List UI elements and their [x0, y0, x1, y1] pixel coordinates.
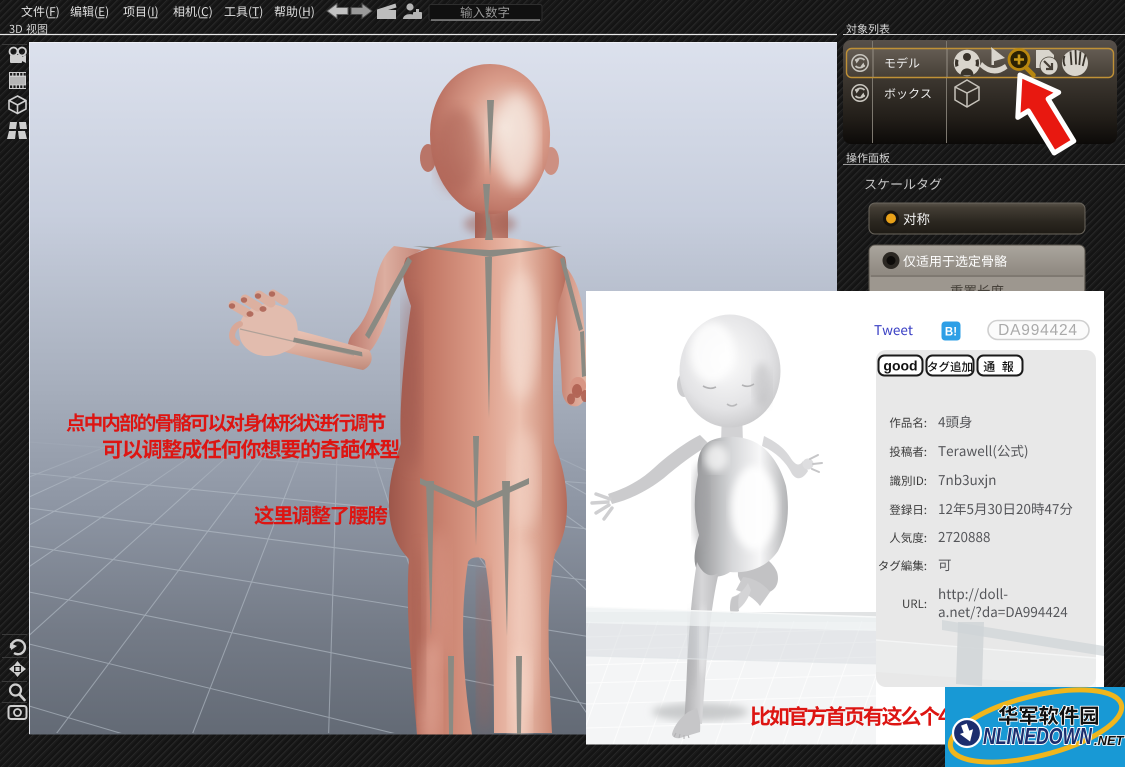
- svg-text:good: good: [883, 358, 917, 374]
- svg-text:.NET: .NET: [1094, 733, 1125, 748]
- svg-text:NLINEDOWN: NLINEDOWN: [983, 723, 1092, 749]
- svg-text:B!: B!: [945, 327, 957, 339]
- svg-text:DA994424: DA994424: [998, 322, 1078, 339]
